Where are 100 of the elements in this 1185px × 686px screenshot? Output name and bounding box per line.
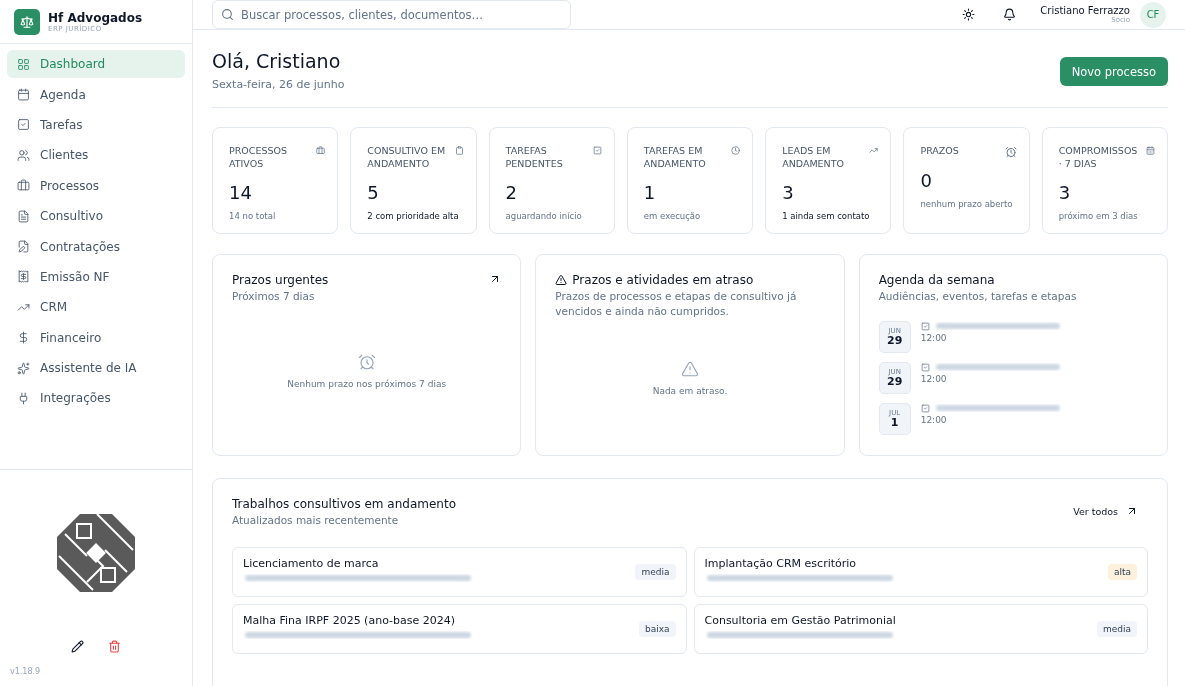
user-name: Cristiano Ferrazzo — [1040, 5, 1130, 16]
warning-icon — [555, 274, 568, 286]
work-item[interactable]: Consultoria em Gestão Patrimonial media — [693, 604, 1148, 654]
work-item[interactable]: Licenciamento de marca media — [232, 547, 687, 597]
item-title: Implantação CRM escritório — [704, 557, 858, 570]
priority-tag: alta — [1107, 564, 1137, 580]
stat-note: 1 ainda sem contato — [782, 210, 871, 223]
stat-value: 3 — [782, 182, 795, 203]
stat-label: PROCESSOS ATIVOS — [229, 144, 288, 170]
stat-label: LEADS EM ANDAMENTO — [782, 144, 845, 170]
nav-item[interactable]: Assistente de IA — [7, 353, 185, 383]
version-label: v1.18.9 — [10, 667, 41, 676]
card-title: Trabalhos consultivos em andamento — [232, 497, 456, 511]
alarm-clock-icon — [357, 352, 376, 371]
card-subtitle: Próximos 7 dias — [232, 289, 316, 304]
calendar-icon — [17, 88, 30, 102]
sparkles-icon — [17, 361, 30, 375]
nav-item[interactable]: Clientes — [7, 141, 185, 170]
work-item[interactable]: Implantação CRM escritório alta — [693, 547, 1148, 597]
clipboard-icon — [454, 146, 464, 155]
plug-icon — [17, 392, 30, 405]
checkbox-icon — [592, 146, 602, 155]
document-icon — [17, 209, 30, 223]
stat-note: em execução — [643, 210, 702, 223]
event-time: 12:00 — [920, 415, 948, 425]
stat-label: COMPROMISSOS · 7 DIAS — [1058, 144, 1139, 170]
theme-sun-icon[interactable] — [962, 8, 976, 21]
card-subtitle: Atualizados mais recentemente — [232, 513, 400, 528]
checkbox-icon — [17, 118, 30, 132]
stat-value: 0 — [920, 170, 933, 191]
nav-item[interactable]: Processos — [7, 171, 185, 200]
receipt-icon — [17, 270, 30, 284]
stat-value: 3 — [1058, 182, 1072, 203]
event-time: 12:00 — [920, 333, 948, 343]
brand-name: Hf Advogados — [48, 10, 143, 25]
stat-value: 5 — [367, 182, 380, 203]
checkbox-icon — [920, 362, 930, 372]
date-day: 29 — [887, 376, 903, 388]
stat-note: nenhum prazo aberto — [920, 198, 1014, 211]
card-subtitle: Audiências, eventos, tarefas e etapas — [878, 289, 1078, 304]
item-title: Licenciamento de marca — [243, 557, 380, 570]
delete-icon[interactable] — [108, 640, 121, 653]
calendar-icon — [1146, 146, 1155, 155]
new-process-button[interactable]: Novo processo — [1059, 57, 1168, 86]
warning-icon — [681, 360, 699, 378]
current-date: Sexta-feira, 26 de junho — [212, 78, 345, 91]
priority-tag: baixa — [638, 621, 676, 637]
work-item[interactable]: Malha Fina IRPF 2025 (ano-base 2024) baixa — [232, 604, 687, 654]
date-day: 29 — [887, 335, 903, 347]
empty-message: Nenhum prazo nos próximos 7 dias — [287, 378, 447, 389]
alarm-clock-icon — [1004, 146, 1017, 158]
search-field[interactable]: Buscar processos, clientes, documentos… — [212, 0, 571, 29]
stat-note: aguardando início — [505, 210, 583, 223]
view-all-link[interactable]: Ver todos — [1073, 505, 1138, 517]
card-title: Agenda da semana — [878, 273, 996, 287]
nav-item[interactable]: Integrações — [7, 384, 185, 413]
stat-note: 14 no total — [229, 210, 277, 223]
stat-label: TAREFAS PENDENTES — [505, 144, 564, 170]
stat-value: 14 — [229, 182, 253, 203]
briefcase-icon — [316, 146, 326, 155]
grid-icon — [17, 57, 30, 71]
stat-value: 2 — [505, 182, 518, 203]
card-title: Prazos urgentes — [232, 273, 329, 287]
checkbox-icon — [920, 321, 930, 331]
trend-icon — [869, 146, 879, 155]
empty-message: Nada em atraso. — [652, 386, 728, 396]
dollar-icon — [17, 331, 30, 345]
card-subtitle: Prazos de processos e etapas de consultivo já vencidos e ainda não cumpridos. — [555, 289, 798, 319]
nav-item[interactable]: Consultivo — [7, 201, 185, 231]
event-time: 12:00 — [920, 374, 948, 384]
briefcase-icon — [17, 179, 30, 193]
card-title: Prazos e atividades em atraso — [572, 273, 754, 287]
date-day: 1 — [890, 417, 899, 429]
greeting-title: Olá, Cristiano — [212, 50, 342, 72]
nav-item[interactable]: Tarefas — [7, 110, 185, 140]
edit-icon[interactable] — [71, 640, 84, 653]
clock-icon — [731, 146, 741, 155]
nav-item[interactable]: Contratações — [7, 232, 185, 261]
priority-tag: media — [1096, 621, 1137, 637]
arrow-icon — [1126, 505, 1138, 517]
search-icon — [221, 8, 234, 21]
stat-label: TAREFAS EM ANDAMENTO — [643, 144, 707, 170]
stat-value: 1 — [643, 182, 657, 203]
stat-note: próximo em 3 dias — [1058, 210, 1139, 223]
priority-tag: media — [635, 564, 676, 580]
nav-item[interactable]: Financeiro — [7, 323, 185, 352]
checkbox-icon — [920, 403, 930, 413]
item-title: Malha Fina IRPF 2025 (ano-base 2024) — [243, 614, 457, 627]
nav-item[interactable]: CRM — [7, 293, 185, 322]
notifications-icon[interactable] — [1003, 8, 1017, 21]
item-title: Consultoria em Gestão Patrimonial — [704, 614, 896, 627]
stat-note: 2 com prioridade alta — [367, 210, 460, 223]
nav-item[interactable]: Agenda — [7, 80, 185, 109]
nav-item[interactable]: Emissão NF — [7, 262, 185, 292]
scale-logo-icon — [14, 8, 40, 35]
users-icon — [17, 148, 30, 162]
stat-label: PRAZOS — [920, 144, 959, 158]
user-avatar[interactable]: CF — [1140, 1, 1166, 28]
stat-label: CONSULTIVO EM ANDAMENTO — [367, 144, 447, 170]
nav-item[interactable]: Dashboard — [7, 50, 185, 79]
